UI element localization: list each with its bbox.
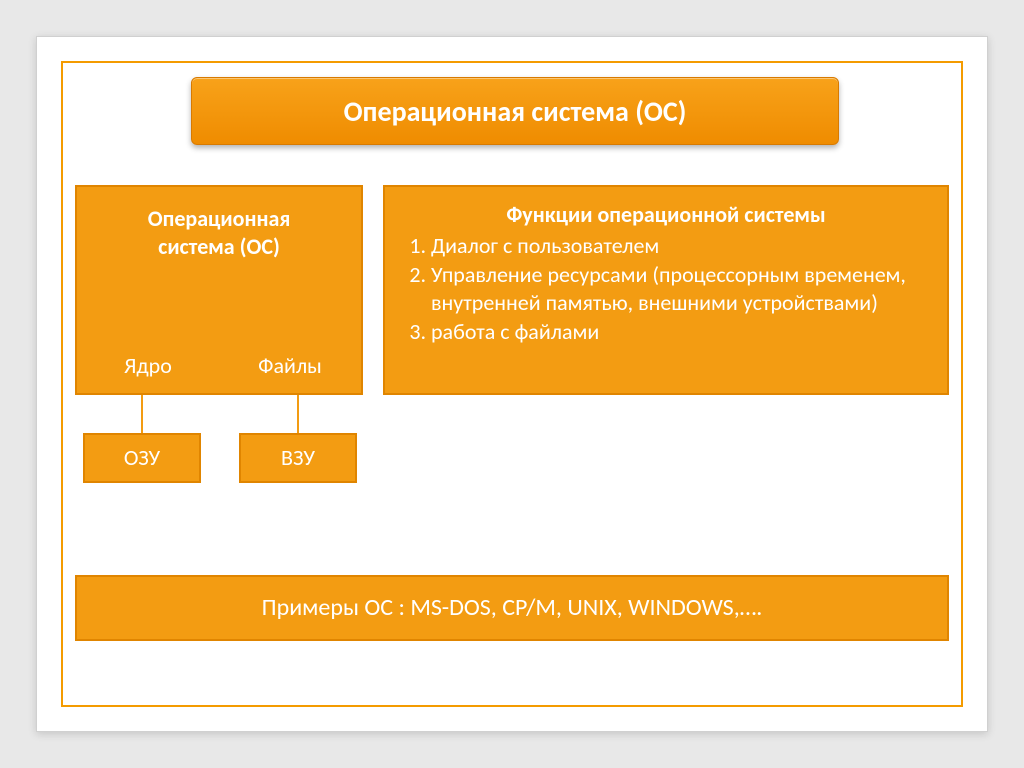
ram-box: ОЗУ [83,433,201,483]
connector-kernel-ram [141,395,143,435]
external-storage-label: ВЗУ [281,444,315,471]
slide-frame: Операционная система (ОС) Операционная с… [61,61,963,707]
os-child-files: Файлы [219,352,361,379]
os-heading-line1: Операционная [148,205,291,232]
functions-list: Диалог с пользователем Управление ресурс… [405,232,927,346]
os-children: Ядро Файлы [77,352,361,379]
title-box: Операционная система (ОС) [191,77,839,145]
examples-box: Примеры ОС : MS-DOS, CP/M, UNIX, WINDOWS… [75,575,949,641]
function-item: работа с файлами [431,318,927,347]
os-heading-line2: система (ОС) [158,233,280,260]
examples-text: Примеры ОС : MS-DOS, CP/M, UNIX, WINDOWS… [262,593,763,622]
functions-box: Функции операционной системы Диалог с по… [383,185,949,395]
functions-title: Функции операционной системы [405,201,927,228]
function-item: Управление ресурсами (процессорным време… [431,261,927,318]
os-child-kernel: Ядро [77,352,219,379]
connector-files-ext [297,395,299,435]
function-item: Диалог с пользователем [431,232,927,261]
ram-label: ОЗУ [124,444,160,471]
title-text: Операционная система (ОС) [344,94,687,129]
slide: Операционная система (ОС) Операционная с… [36,36,988,732]
external-storage-box: ВЗУ [239,433,357,483]
os-heading: Операционная система (ОС) [77,187,361,260]
os-box: Операционная система (ОС) Ядро Файлы [75,185,363,395]
